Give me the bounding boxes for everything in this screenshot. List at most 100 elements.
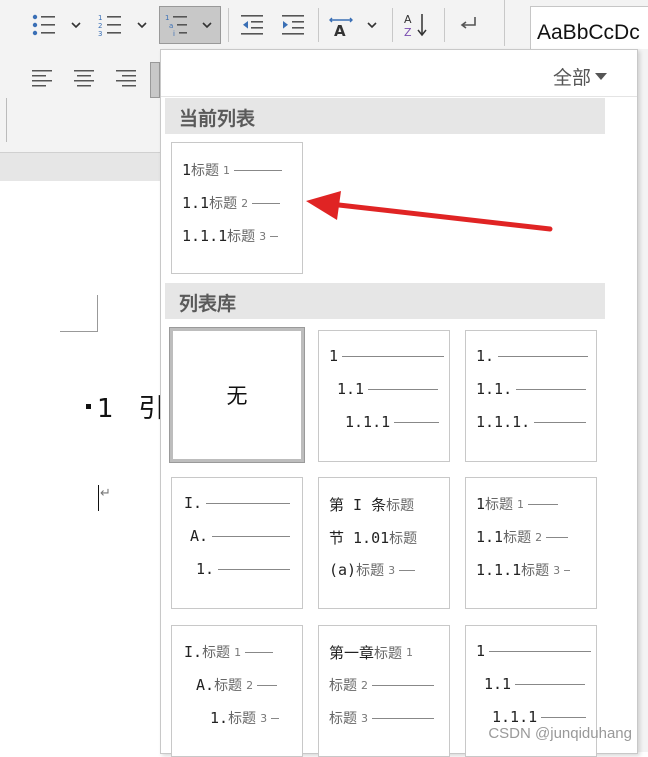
multilevel-list-button[interactable]: 1 a i	[159, 6, 221, 44]
svg-text:3: 3	[98, 30, 102, 37]
text-direction-icon: A	[329, 17, 377, 37]
current-list-tile[interactable]: 1 标题 1 1.1 标题 2 1.1.1 标题 3	[171, 142, 303, 274]
list-tile-chapter[interactable]: 第一章 标题 1 标题 2 标题 3	[318, 625, 450, 757]
list-level-row: 1.1	[337, 380, 439, 398]
list-tile-roman-alpha[interactable]: I. A. 1.	[171, 477, 303, 609]
level-label: 标题	[485, 497, 514, 513]
list-level-row: 标题 2	[329, 675, 434, 695]
level-number: 1.1	[182, 194, 210, 212]
level-rule	[271, 717, 280, 719]
align-left-icon	[32, 70, 52, 87]
increase-indent-button[interactable]	[275, 10, 311, 40]
level-label: 标题	[227, 229, 256, 245]
level-rule	[516, 388, 587, 390]
level-number: 第一章	[329, 644, 375, 662]
level-number: 1	[329, 347, 339, 365]
section-current-list: 当前列表	[165, 98, 605, 134]
align-center-button[interactable]	[68, 64, 100, 94]
level-index: 1	[234, 645, 242, 659]
level-number: 1.1	[476, 528, 504, 546]
list-level-row: A.	[190, 527, 291, 545]
decrease-indent-icon	[241, 15, 263, 35]
style-preview-normal[interactable]: AaBbCcDc	[537, 21, 640, 45]
decrease-indent-button[interactable]	[234, 10, 270, 40]
level-number: 1.1	[337, 380, 365, 398]
level-rule	[546, 536, 569, 538]
sort-button[interactable]: A Z	[398, 10, 434, 40]
list-level-row: (a) 标题 3	[329, 560, 416, 580]
show-hide-marks-button[interactable]	[452, 10, 488, 40]
justify-button-partial[interactable]	[150, 62, 160, 98]
document-heading[interactable]: 1 引	[86, 388, 164, 425]
level-label: 标题	[521, 563, 550, 579]
level-number: 1.1	[484, 675, 512, 693]
level-rule	[245, 651, 274, 653]
align-right-button[interactable]	[110, 64, 142, 94]
separator	[444, 8, 445, 42]
level-number: A.	[196, 676, 215, 694]
level-rule	[564, 569, 571, 571]
list-tile-heading-numbered[interactable]: 1 标题 1 1.1 标题 2 1.1.1 标题 3	[465, 477, 597, 609]
level-index: 3	[259, 229, 267, 243]
return-mark-icon: ↵	[100, 486, 111, 501]
heading-number: 1	[97, 394, 114, 424]
paragraph-mark-icon	[86, 404, 91, 409]
list-level-row: 1.	[476, 347, 589, 365]
level-rule	[212, 535, 291, 537]
list-level-row: 1.1	[484, 675, 586, 693]
numbering-button[interactable]: 1 2 3	[94, 10, 152, 40]
list-level-row: I. 标题 1	[184, 642, 274, 662]
level-label: 标题	[329, 711, 357, 727]
section-title: 列表库	[179, 293, 237, 315]
list-level-row: 1.	[196, 560, 291, 578]
svg-text:a: a	[169, 22, 173, 30]
sort-icon: A Z	[404, 13, 427, 38]
list-filter-dropdown[interactable]: 全部	[553, 63, 607, 90]
level-label: 标题	[389, 530, 418, 547]
level-rule	[372, 717, 434, 719]
align-left-button[interactable]	[26, 64, 58, 94]
level-label: 标题	[386, 497, 415, 514]
list-level-row: 第一章 标题 1	[329, 642, 413, 663]
bullets-button[interactable]	[28, 10, 86, 40]
level-number: 1.1.1	[476, 561, 522, 579]
text-cursor	[98, 485, 99, 511]
level-rule	[528, 503, 559, 505]
list-level-row: 1	[329, 347, 445, 365]
level-index: 2	[535, 530, 543, 544]
level-rule	[270, 235, 279, 237]
list-level-row: 1 标题 1	[476, 494, 559, 514]
level-number: 节 1.01	[329, 529, 390, 547]
level-label: 标题	[214, 678, 243, 694]
svg-text:A: A	[404, 13, 412, 26]
list-tile-article-section[interactable]: 第 I 条标题 节 1.01 标题 (a) 标题 3	[318, 477, 450, 609]
svg-text:1: 1	[165, 14, 169, 22]
multilevel-list-dropdown: 全部 当前列表 1 标题 1 1.1 标题 2 1.1.1 标题 3 列表库 无	[160, 49, 638, 757]
level-rule	[368, 388, 439, 390]
svg-text:2: 2	[98, 22, 102, 30]
level-index: 3	[553, 563, 561, 577]
list-level-row: A. 标题 2	[196, 675, 278, 695]
list-level-row: 标题 3	[329, 708, 434, 728]
level-number: 1.1.1	[345, 413, 391, 431]
list-tile-none[interactable]: 无	[169, 327, 305, 463]
list-tile-numbered-dot[interactable]: 1. 1.1. 1.1.1.	[465, 330, 597, 462]
separator	[392, 8, 393, 42]
level-label: 标题	[503, 530, 532, 546]
level-index: 1	[223, 163, 231, 177]
list-tile-numbered[interactable]: 1 1.1 1.1.1	[318, 330, 450, 462]
level-index: 1	[517, 497, 525, 511]
list-tile-heading-roman[interactable]: I. 标题 1 A. 标题 2 1. 标题 3	[171, 625, 303, 757]
align-center-icon	[74, 70, 94, 87]
level-label: 标题	[209, 196, 238, 212]
list-level-row: 1 标题 1	[182, 160, 283, 180]
level-index: 1	[406, 646, 414, 659]
text-direction-button[interactable]: A	[326, 10, 384, 40]
level-number: A.	[190, 527, 209, 545]
level-rule	[541, 716, 587, 718]
level-number: 1.1.1	[182, 227, 228, 245]
level-index: 2	[246, 678, 254, 692]
multilevel-list-icon: 1 a i	[165, 14, 212, 37]
level-rule	[399, 569, 416, 571]
level-rule	[498, 355, 589, 357]
